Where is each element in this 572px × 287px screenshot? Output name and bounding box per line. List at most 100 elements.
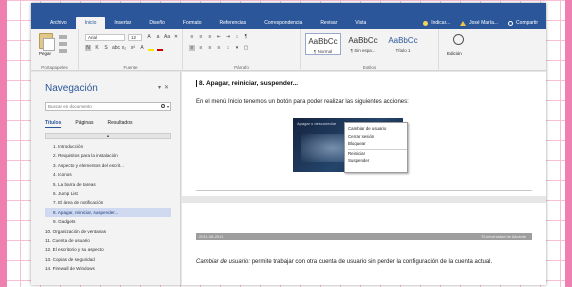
bullets-icon[interactable]: ≡ xyxy=(189,34,195,40)
styles-group: AaBbCc ¶ Normal AaBbCc ¶ Sin espa... AaB… xyxy=(301,29,439,71)
alignment-controls: ≡ ≡ ≡ ≡ ↕ ▾ ▢ xyxy=(189,45,249,51)
close-icon[interactable]: ✕ xyxy=(164,85,172,91)
list-item[interactable]: 4. Iconos xyxy=(45,170,171,179)
list-item[interactable]: 10. Organización de ventanas xyxy=(45,227,171,236)
list-item[interactable]: 9. Gadgets xyxy=(45,217,171,226)
tell-me-label: Indicar... xyxy=(431,20,451,26)
align-right-icon[interactable]: ≡ xyxy=(207,45,213,51)
tab-referencias[interactable]: Referencias xyxy=(211,17,256,29)
nav-tab-titulos[interactable]: Títulos xyxy=(45,120,62,128)
header-source: ©Universidad de Alicante xyxy=(481,234,526,239)
nav-tab-paginas[interactable]: Páginas xyxy=(75,120,93,128)
list-item[interactable]: 7. El área de notificación xyxy=(45,198,171,207)
format-painter-icon[interactable] xyxy=(59,49,67,53)
highlight-icon[interactable] xyxy=(148,45,154,51)
nav-tab-resultados[interactable]: Resultados xyxy=(107,120,132,128)
style-heading-1[interactable]: AaBbCc Título 1 xyxy=(385,33,421,55)
clipboard-group-label: Portapapeles xyxy=(41,65,68,70)
document-page[interactable]: 2011-08-2011 ©Universidad de Alicante Ca… xyxy=(182,203,546,285)
tab-correspondencia[interactable]: Correspondencia xyxy=(255,17,311,29)
text-effects-icon[interactable]: A xyxy=(139,45,145,51)
tab-revisar[interactable]: Revisar xyxy=(311,17,346,29)
italic-icon[interactable]: K xyxy=(94,45,100,51)
lightbulb-icon xyxy=(423,20,429,26)
section-heading: 8. Apagar, reiniciar, suspender... xyxy=(196,80,298,87)
subscript-icon[interactable]: x₂ xyxy=(121,45,127,51)
underline-icon[interactable]: S xyxy=(103,45,109,51)
list-item[interactable]: 5. La barra de tareas xyxy=(45,180,171,189)
align-center-icon[interactable]: ≡ xyxy=(198,45,204,51)
borders-icon[interactable]: ▢ xyxy=(243,45,249,51)
bold-icon[interactable]: N xyxy=(85,45,91,51)
show-marks-icon[interactable]: ¶ xyxy=(243,34,249,40)
menu-item-lock: Bloquear xyxy=(348,141,366,147)
tab-inicio[interactable]: Inicio xyxy=(75,17,106,29)
change-case-icon[interactable]: Aa xyxy=(164,34,170,40)
search-dropdown-icon[interactable]: ▾ xyxy=(167,104,169,109)
style-normal-name: ¶ Normal xyxy=(313,49,333,54)
multilevel-list-icon[interactable]: ≡ xyxy=(207,34,213,40)
list-item[interactable]: 14. Firewall de Windows xyxy=(45,264,171,273)
tab-diseno[interactable]: Diseño xyxy=(140,17,174,29)
list-item-selected[interactable]: 8. Apagar, reiniciar, suspender... xyxy=(45,207,171,218)
font-color-icon[interactable] xyxy=(157,45,163,51)
font-group-label: Fuente xyxy=(123,65,138,70)
shutdown-context-menu: Cambiar de usuario Cerrar sesión Bloquea… xyxy=(344,122,408,173)
strikethrough-icon[interactable]: abc xyxy=(112,45,120,51)
decrease-indent-icon[interactable]: ⇤ xyxy=(216,34,222,40)
numbering-icon[interactable]: ≡ xyxy=(198,34,204,40)
list-item[interactable]: 6. Jump List xyxy=(45,189,171,198)
nav-search-input[interactable]: Buscar en documento ▾ xyxy=(45,102,171,111)
ribbon: Pegar Portapapeles Arial 12 A a Aa ✕ N K… xyxy=(31,29,546,71)
share-label: Compartir xyxy=(516,20,538,26)
superscript-icon[interactable]: x² xyxy=(130,45,136,51)
share-button[interactable]: Compartir xyxy=(508,20,546,26)
align-left-icon[interactable]: ≡ xyxy=(189,45,195,51)
list-item[interactable]: 12. El escritorio y su aspecto xyxy=(45,245,171,254)
scroll-up-button[interactable]: ▲ xyxy=(45,133,171,139)
document-area: 8. Apagar, reiniciar, suspender... En el… xyxy=(182,72,546,285)
tab-vista[interactable]: Vista xyxy=(346,17,375,29)
search-icon[interactable] xyxy=(161,104,165,108)
editing-label[interactable]: Edición xyxy=(447,51,462,56)
tab-insertar[interactable]: Insertar xyxy=(105,17,140,29)
nav-pane-controls: ▾✕ xyxy=(158,84,172,91)
font-name-box[interactable]: Arial xyxy=(85,34,125,41)
style-normal[interactable]: AaBbCc ¶ Normal xyxy=(305,33,341,55)
user-account[interactable]: José María... xyxy=(460,20,508,26)
paragraph-group: ≡ ≡ ≡ ⇤ ⇥ ↕ ¶ ≡ ≡ ≡ ≡ ↕ ▾ ▢ Párrafo xyxy=(183,29,301,71)
font-size-controls: A a Aa ✕ xyxy=(146,34,179,40)
warning-icon xyxy=(460,20,467,26)
menu-item-sleep: Suspender xyxy=(348,158,370,164)
tab-formato[interactable]: Formato xyxy=(174,17,211,29)
list-item[interactable]: 3. Aspecto y elementos del escrit... xyxy=(45,161,171,170)
sort-icon[interactable]: ↕ xyxy=(234,34,240,40)
line-spacing-icon[interactable]: ↕ xyxy=(225,45,231,51)
list-item[interactable]: 13. Copias de seguridad xyxy=(45,255,171,264)
grow-font-icon[interactable]: A xyxy=(146,34,152,40)
title-bar xyxy=(31,3,546,17)
cut-icon[interactable] xyxy=(59,35,67,39)
paste-icon[interactable] xyxy=(39,33,55,51)
menu-item-log-off: Cerrar sesión xyxy=(348,133,375,139)
copy-icon[interactable] xyxy=(59,42,67,46)
list-item[interactable]: 1. Introducción xyxy=(45,142,171,151)
clear-format-icon[interactable]: ✕ xyxy=(173,34,179,40)
section-heading-text: 8. Apagar, reiniciar, suspender... xyxy=(199,80,299,88)
document-page[interactable]: 8. Apagar, reiniciar, suspender... En el… xyxy=(182,72,546,196)
shading-icon[interactable]: ▾ xyxy=(234,45,240,51)
tell-me-box[interactable]: Indicar... xyxy=(423,20,460,26)
person-icon xyxy=(508,20,514,26)
term-label: Cambiar de usuario: xyxy=(196,259,251,265)
style-heading-1-sample: AaBbCc xyxy=(388,36,418,45)
find-icon[interactable] xyxy=(453,34,464,45)
increase-indent-icon[interactable]: ⇥ xyxy=(225,34,231,40)
paste-label[interactable]: Pegar xyxy=(39,51,51,56)
list-item[interactable]: 2. Requisitos para la instalación xyxy=(45,151,171,160)
shrink-font-icon[interactable]: a xyxy=(155,34,161,40)
justify-icon[interactable]: ≡ xyxy=(216,45,222,51)
list-item[interactable]: 11. Cuenta de usuario xyxy=(45,236,171,245)
font-size-box[interactable]: 12 xyxy=(128,34,142,41)
tab-archivo[interactable]: Archivo xyxy=(41,17,76,29)
style-no-spacing[interactable]: AaBbCc ¶ Sin espa... xyxy=(345,33,381,55)
